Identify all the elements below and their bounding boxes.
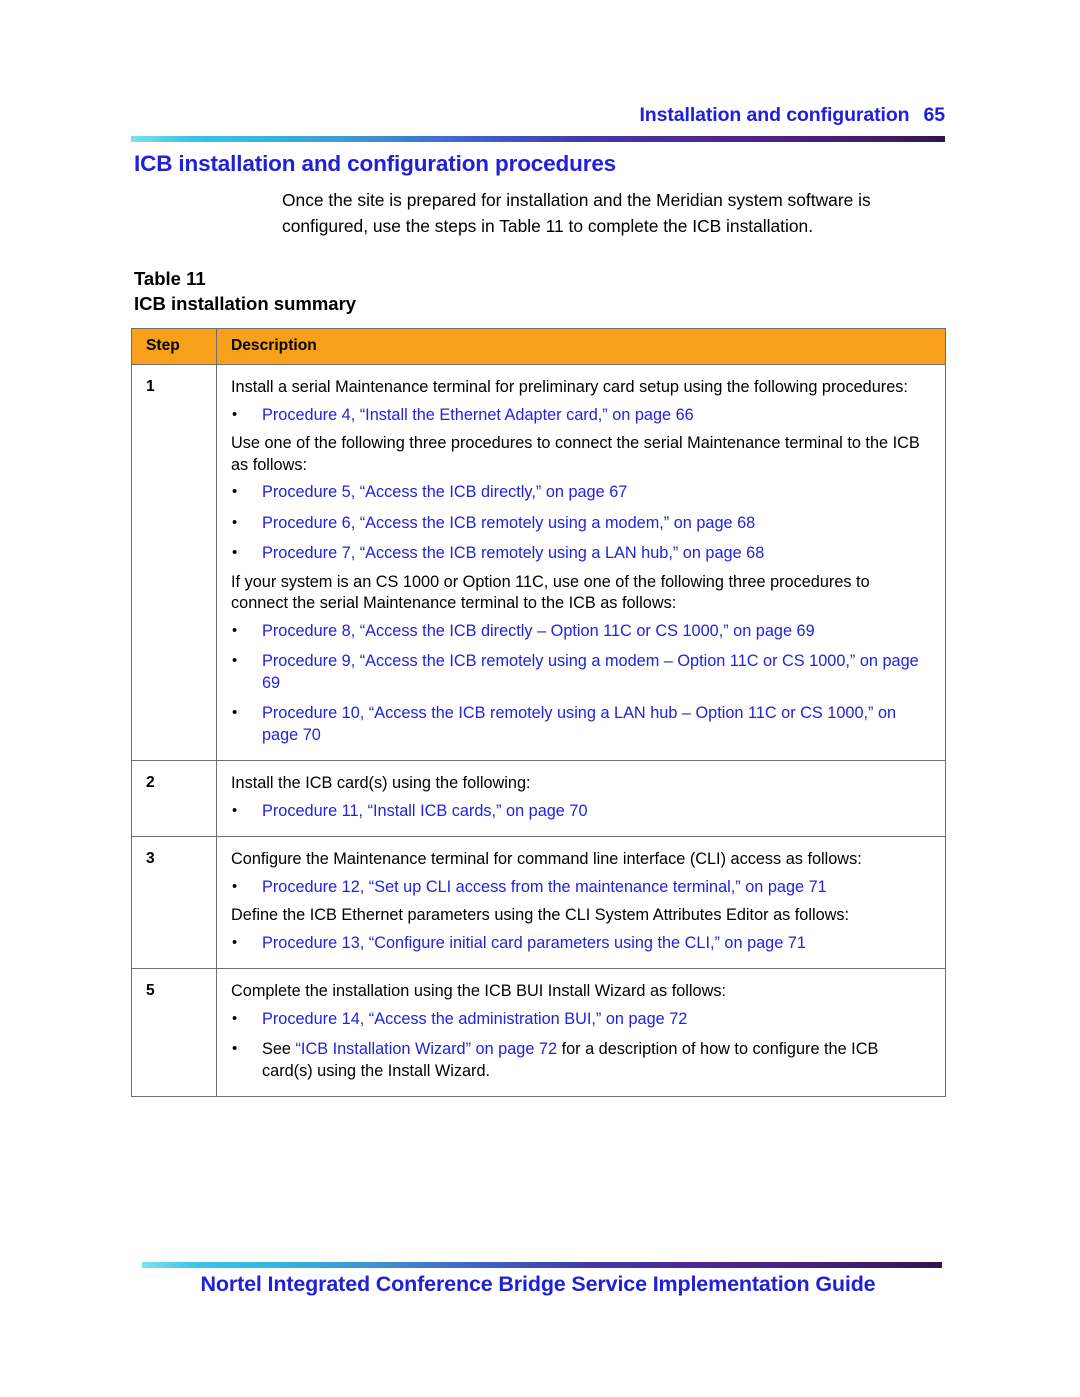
intro-paragraph: Once the site is prepared for installati… — [282, 190, 871, 236]
table-caption: Table 11 ICB installation summary — [134, 266, 356, 316]
cross-reference-link[interactable]: Procedure 9, “Access the ICB remotely us… — [262, 652, 919, 692]
cross-reference-link[interactable]: Procedure 13, “Configure initial card pa… — [262, 934, 806, 952]
icb-installation-summary-table: Step Description 1 Install a serial Maint… — [131, 328, 946, 1097]
step-description-cell: Install the ICB card(s) using the follow… — [216, 760, 946, 837]
procedure-link-list: Procedure 13, “Configure initial card pa… — [231, 932, 929, 955]
list-item: Procedure 10, “Access the ICB remotely u… — [231, 702, 929, 746]
table-body: 1 Install a serial Maintenance terminal f… — [131, 364, 946, 1097]
list-item-prefix-text: See — [262, 1040, 296, 1058]
cross-reference-link[interactable]: Procedure 7, “Access the ICB remotely us… — [262, 544, 764, 562]
description-paragraph: Complete the installation using the ICB … — [231, 982, 726, 1000]
step-description-cell: Complete the installation using the ICB … — [216, 968, 946, 1097]
list-item: Procedure 13, “Configure initial card pa… — [231, 932, 929, 955]
cross-reference-link[interactable]: Procedure 11, “Install ICB cards,” on pa… — [262, 802, 588, 820]
section-heading: ICB installation and configuration proce… — [134, 151, 617, 176]
running-header-title: Installation and configuration — [639, 104, 910, 126]
cross-reference-link[interactable]: Procedure 5, “Access the ICB directly,” … — [262, 483, 627, 501]
step-number-cell: 2 — [131, 760, 217, 837]
cross-reference-link[interactable]: Procedure 12, “Set up CLI access from th… — [262, 878, 827, 896]
step-description-cell: Install a serial Maintenance terminal fo… — [216, 364, 946, 761]
document-page: Installation and configuration 65 ICB ins… — [0, 0, 1080, 1397]
list-item: Procedure 5, “Access the ICB directly,” … — [231, 481, 929, 504]
procedure-link-list: Procedure 14, “Access the administration… — [231, 1008, 929, 1083]
description-paragraph: Configure the Maintenance terminal for c… — [231, 850, 862, 868]
procedure-link-list: Procedure 4, “Install the Ethernet Adapt… — [231, 404, 929, 427]
list-item: Procedure 9, “Access the ICB remotely us… — [231, 650, 929, 694]
footer-title: Nortel Integrated Conference Bridge Serv… — [200, 1272, 876, 1296]
step-number-cell: 3 — [131, 836, 217, 969]
list-item: Procedure 6, “Access the ICB remotely us… — [231, 512, 929, 535]
page-number: 65 — [923, 104, 946, 126]
description-paragraph: Use one of the following three procedure… — [231, 434, 920, 474]
table-header-row: Step Description — [131, 328, 946, 365]
step-number-cell: 1 — [131, 364, 217, 761]
procedure-link-list: Procedure 5, “Access the ICB directly,” … — [231, 481, 929, 565]
list-item: Procedure 7, “Access the ICB remotely us… — [231, 542, 929, 565]
table-row: 3 Configure the Maintenance terminal for … — [131, 836, 946, 969]
cross-reference-link[interactable]: Procedure 8, “Access the ICB directly – … — [262, 622, 815, 640]
header-gradient-rule — [131, 136, 945, 142]
cross-reference-link[interactable]: Procedure 14, “Access the administration… — [262, 1010, 687, 1028]
table-row: 1 Install a serial Maintenance terminal f… — [131, 364, 946, 761]
table-head: Step Description — [131, 328, 946, 365]
table-caption-label: Table 11 — [134, 268, 206, 289]
description-paragraph: Define the ICB Ethernet parameters using… — [231, 906, 850, 924]
description-paragraph: Install a serial Maintenance terminal fo… — [231, 378, 908, 396]
procedure-link-list: Procedure 8, “Access the ICB directly – … — [231, 620, 929, 747]
list-item: Procedure 11, “Install ICB cards,” on pa… — [231, 800, 929, 823]
table-row: 5 Complete the installation using the ICB… — [131, 968, 946, 1097]
cross-reference-link[interactable]: Procedure 4, “Install the Ethernet Adapt… — [262, 406, 694, 424]
column-header-step: Step — [131, 328, 217, 365]
list-item: Procedure 14, “Access the administration… — [231, 1008, 929, 1031]
footer-gradient-rule — [142, 1262, 942, 1268]
column-header-description: Description — [216, 328, 946, 365]
list-item: Procedure 4, “Install the Ethernet Adapt… — [231, 404, 929, 427]
step-number-cell: 5 — [131, 968, 217, 1097]
list-item: Procedure 8, “Access the ICB directly – … — [231, 620, 929, 643]
procedure-link-list: Procedure 11, “Install ICB cards,” on pa… — [231, 800, 929, 823]
cross-reference-link[interactable]: “ICB Installation Wizard” on page 72 — [296, 1040, 558, 1058]
list-item: Procedure 12, “Set up CLI access from th… — [231, 876, 929, 899]
step-description-cell: Configure the Maintenance terminal for c… — [216, 836, 946, 969]
table-row: 2 Install the ICB card(s) using the follo… — [131, 760, 946, 837]
description-paragraph: Install the ICB card(s) using the follow… — [231, 774, 531, 792]
cross-reference-link[interactable]: Procedure 10, “Access the ICB remotely u… — [262, 704, 896, 744]
running-header: Installation and configuration 65 — [131, 104, 945, 127]
procedure-link-list: Procedure 12, “Set up CLI access from th… — [231, 876, 929, 899]
table-caption-title: ICB installation summary — [134, 293, 357, 314]
description-paragraph: If your system is an CS 1000 or Option 1… — [231, 572, 870, 613]
list-item: See “ICB Installation Wizard” on page 72… — [231, 1038, 929, 1082]
cross-reference-link[interactable]: Procedure 6, “Access the ICB remotely us… — [262, 514, 755, 532]
